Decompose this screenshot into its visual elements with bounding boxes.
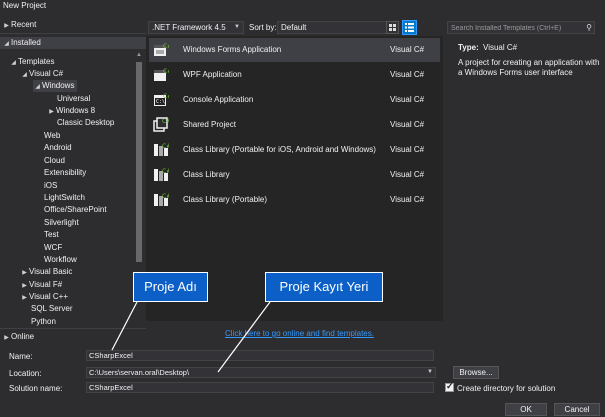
callout-arrow-name xyxy=(111,301,138,351)
callout-arrows xyxy=(111,301,271,373)
callout-project-location: Proje Kayıt Yeri xyxy=(265,272,383,302)
callout-project-name: Proje Adı xyxy=(133,272,208,302)
callout-arrow-location xyxy=(217,301,271,373)
